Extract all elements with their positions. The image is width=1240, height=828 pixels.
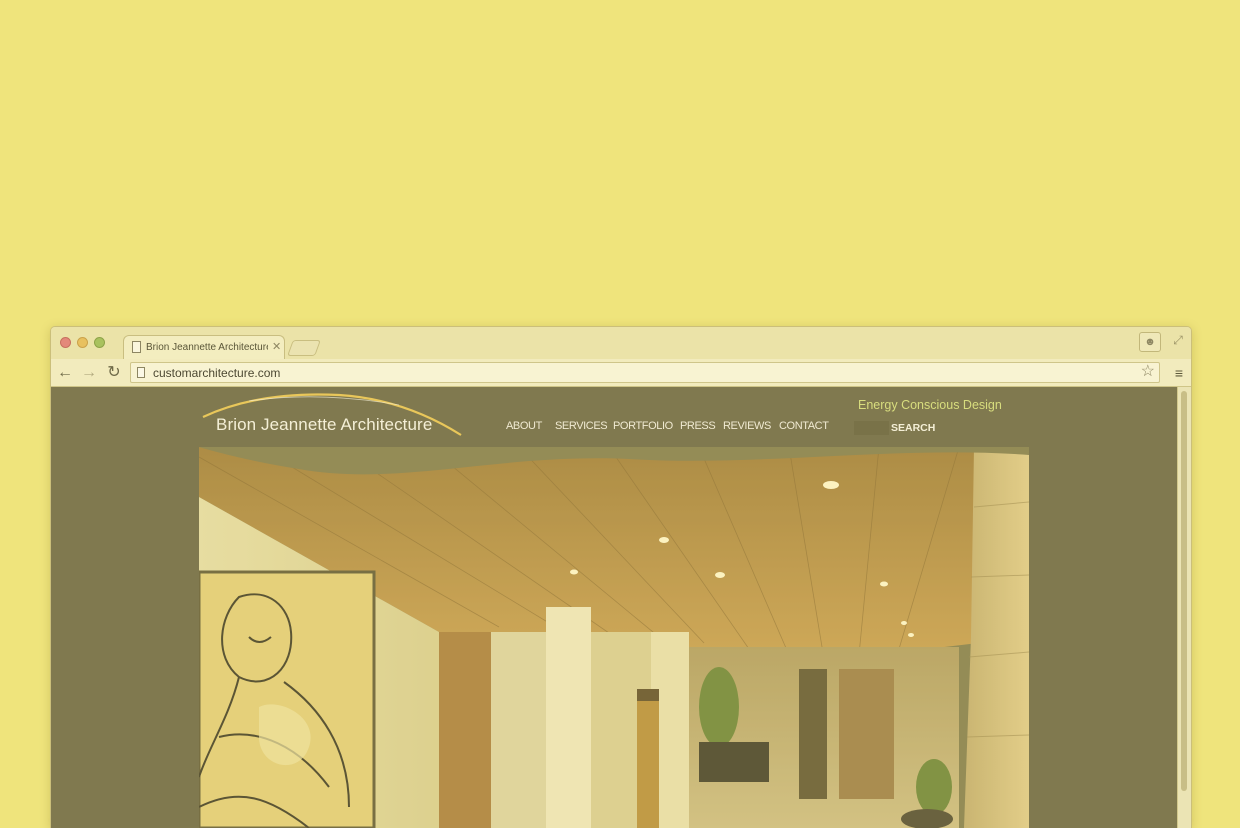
- new-tab-button[interactable]: [287, 340, 321, 356]
- nav-portfolio[interactable]: PORTFOLIO: [613, 420, 673, 432]
- back-arrow-icon[interactable]: ←: [56, 364, 74, 382]
- address-url[interactable]: customarchitecture.com: [153, 366, 280, 380]
- search-input[interactable]: [854, 421, 889, 435]
- browser-toolbar: ← → ↻ customarchitecture.com ☆ ≡: [51, 359, 1191, 387]
- browser-tab[interactable]: Brion Jeannette Architecture ✕: [123, 335, 285, 359]
- page-viewport: Brion Jeannette Architecture ABOUT SERVI…: [51, 387, 1177, 828]
- nav-reviews[interactable]: REVIEWS: [723, 420, 771, 432]
- reload-icon[interactable]: ↻: [105, 364, 123, 382]
- browser-window: Brion Jeannette Architecture ✕ ☻ ⤢ ← → ↻…: [50, 326, 1192, 828]
- site-logo[interactable]: Brion Jeannette Architecture: [216, 415, 432, 435]
- nav-services[interactable]: SERVICES: [555, 420, 608, 432]
- minimize-window-button[interactable]: [77, 337, 88, 348]
- site-container: Brion Jeannette Architecture ABOUT SERVI…: [199, 387, 1029, 828]
- nav-press[interactable]: PRESS: [680, 420, 716, 432]
- page-icon: [132, 341, 141, 353]
- hero-image: [199, 447, 1029, 828]
- nav-contact[interactable]: CONTACT: [779, 420, 829, 432]
- fullscreen-icon[interactable]: ⤢: [1171, 333, 1185, 347]
- forward-arrow-icon[interactable]: →: [80, 364, 98, 382]
- page-icon: [137, 367, 145, 378]
- star-icon[interactable]: ☆: [1141, 363, 1155, 381]
- scrollbar-thumb[interactable]: [1181, 391, 1187, 791]
- address-bar[interactable]: customarchitecture.com: [130, 362, 1160, 383]
- title-bar: Brion Jeannette Architecture ✕ ☻ ⤢: [51, 327, 1191, 359]
- tagline: Energy Conscious Design: [858, 398, 1002, 412]
- close-icon[interactable]: ✕: [272, 340, 281, 353]
- zoom-window-button[interactable]: [94, 337, 105, 348]
- page-scrollbar[interactable]: [1177, 387, 1191, 828]
- close-window-button[interactable]: [60, 337, 71, 348]
- profile-icon[interactable]: ☻: [1139, 332, 1161, 352]
- nav-about[interactable]: ABOUT: [506, 420, 542, 432]
- tab-title: Brion Jeannette Architecture: [146, 342, 268, 353]
- search-button[interactable]: SEARCH: [891, 422, 935, 434]
- menu-icon[interactable]: ≡: [1175, 364, 1183, 382]
